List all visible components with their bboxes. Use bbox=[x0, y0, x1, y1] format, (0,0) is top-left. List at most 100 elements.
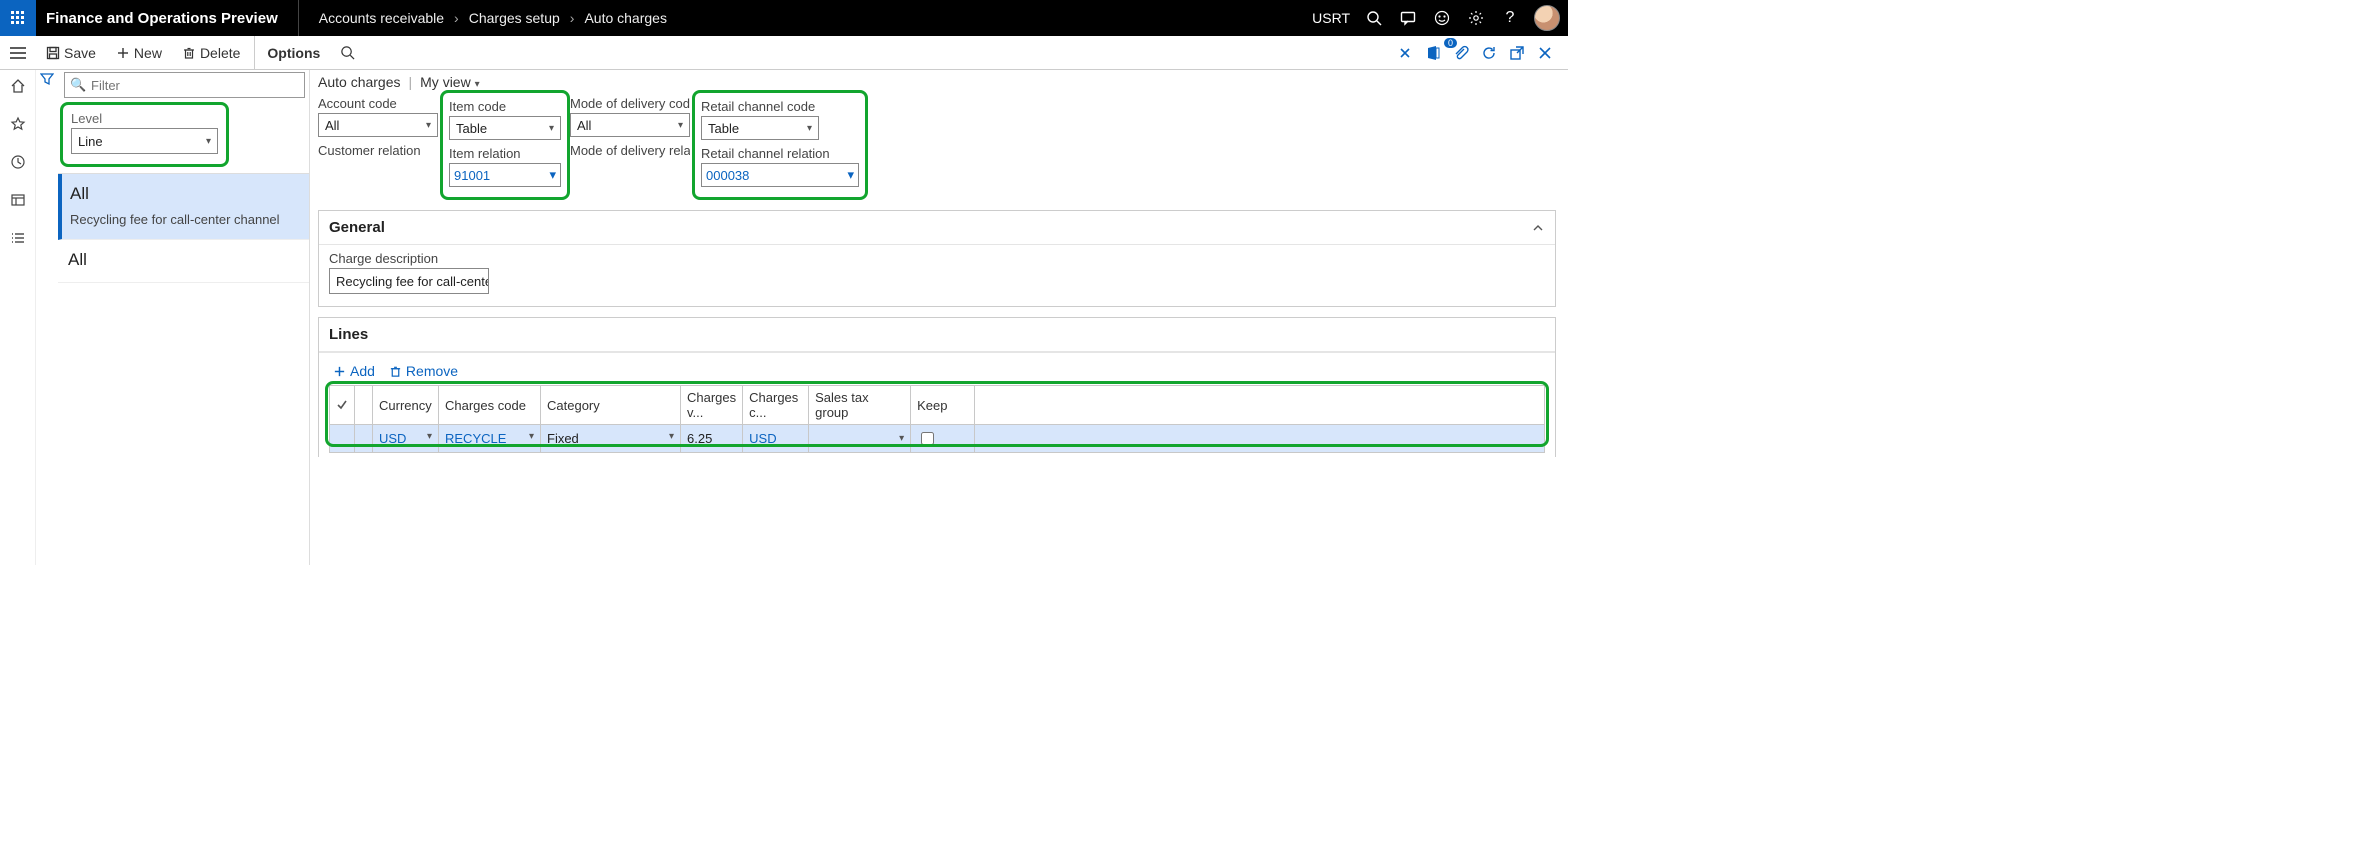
breadcrumb-item[interactable]: Charges setup bbox=[469, 10, 560, 26]
chevron-down-icon: ▾ bbox=[549, 167, 556, 183]
top-bar: Finance and Operations Preview Accounts … bbox=[0, 0, 1568, 36]
add-line-button[interactable]: Add bbox=[333, 363, 375, 379]
cell-currency[interactable]: USD bbox=[379, 431, 406, 446]
close-icon[interactable] bbox=[1536, 44, 1554, 62]
chevron-down-icon: ▾ bbox=[807, 123, 812, 134]
cell-charges-value[interactable]: 6.25 bbox=[681, 425, 743, 453]
home-icon[interactable] bbox=[8, 76, 28, 96]
smiley-icon[interactable] bbox=[1432, 8, 1452, 28]
office-icon[interactable] bbox=[1424, 44, 1442, 62]
col-sales-tax[interactable]: Sales tax group bbox=[809, 386, 911, 425]
nav-toggle-icon[interactable] bbox=[0, 46, 36, 60]
cell-charges-currency[interactable]: USD bbox=[749, 431, 776, 446]
breadcrumb: Accounts receivable › Charges setup › Au… bbox=[299, 10, 667, 26]
remove-line-button[interactable]: Remove bbox=[389, 363, 458, 379]
filter-input[interactable] bbox=[64, 72, 305, 98]
search-icon: 🔍 bbox=[70, 77, 86, 93]
delete-button[interactable]: Delete bbox=[172, 36, 250, 69]
col-charges-currency[interactable]: Charges c... bbox=[743, 386, 809, 425]
view-selector[interactable]: My view ▾ bbox=[420, 74, 479, 90]
retail-relation-input[interactable]: 000038▾ bbox=[701, 163, 859, 187]
mode-code-select[interactable]: All▾ bbox=[570, 113, 690, 137]
recent-icon[interactable] bbox=[8, 152, 28, 172]
level-highlight: Level Line ▾ bbox=[60, 102, 229, 167]
chevron-down-icon: ▾ bbox=[549, 123, 554, 134]
options-button[interactable]: Options bbox=[254, 36, 330, 69]
breadcrumb-item[interactable]: Auto charges bbox=[584, 10, 667, 26]
left-rail bbox=[0, 70, 36, 565]
cell-keep-checkbox[interactable] bbox=[921, 432, 934, 445]
table-row[interactable]: USD ▾ RECYCLE ▾ Fixed ▾ 6.25 USD ▾ bbox=[330, 425, 1545, 453]
chat-icon[interactable] bbox=[1398, 8, 1418, 28]
col-keep[interactable]: Keep bbox=[911, 386, 975, 425]
account-code-label: Account code bbox=[318, 96, 438, 111]
new-button[interactable]: New bbox=[106, 36, 172, 69]
row-menu-header bbox=[355, 386, 373, 425]
link-icon[interactable] bbox=[1396, 44, 1414, 62]
workspace-icon[interactable] bbox=[8, 190, 28, 210]
check-icon[interactable] bbox=[336, 399, 348, 411]
chevron-down-icon: ▾ bbox=[669, 431, 674, 442]
lines-section: Lines Add Remove Currency bbox=[318, 317, 1556, 457]
star-icon[interactable] bbox=[8, 114, 28, 134]
new-label: New bbox=[134, 45, 162, 61]
search-icon[interactable] bbox=[1364, 8, 1384, 28]
app-title: Finance and Operations Preview bbox=[36, 0, 299, 36]
list-item[interactable]: All Recycling fee for call-center channe… bbox=[58, 174, 309, 240]
refresh-icon[interactable] bbox=[1480, 44, 1498, 62]
main-area: Auto charges | My view ▾ Account code Al… bbox=[310, 70, 1562, 565]
attach-badge: 0 bbox=[1444, 38, 1457, 48]
avatar[interactable] bbox=[1534, 5, 1560, 31]
retail-highlight: Retail channel code Table▾ Retail channe… bbox=[692, 90, 868, 200]
retail-relation-label: Retail channel relation bbox=[701, 146, 859, 161]
level-select[interactable]: Line ▾ bbox=[71, 128, 218, 154]
col-category[interactable]: Category bbox=[541, 386, 681, 425]
chevron-down-icon: ▾ bbox=[529, 431, 534, 442]
col-extra bbox=[975, 386, 1545, 425]
col-charges-code[interactable]: Charges code bbox=[439, 386, 541, 425]
customer-relation-label: Customer relation bbox=[318, 143, 438, 158]
action-bar: Save New Delete Options 0 bbox=[0, 36, 1568, 70]
cell-category[interactable]: Fixed bbox=[547, 431, 579, 446]
col-charges-value[interactable]: Charges v... bbox=[681, 386, 743, 425]
popout-icon[interactable] bbox=[1508, 44, 1526, 62]
attach-icon[interactable]: 0 bbox=[1452, 44, 1470, 62]
charge-desc-input[interactable]: Recycling fee for call-center c... bbox=[329, 268, 489, 294]
filter-pane-icon[interactable] bbox=[36, 70, 58, 98]
list-item-subtitle: Recycling fee for call-center channel bbox=[70, 212, 299, 227]
company-code[interactable]: USRT bbox=[1312, 10, 1350, 26]
chevron-down-icon: ▾ bbox=[426, 120, 431, 131]
chevron-down-icon: ▾ bbox=[899, 433, 904, 444]
save-label: Save bbox=[64, 45, 96, 61]
item-relation-input[interactable]: 91001▾ bbox=[449, 163, 561, 187]
save-button[interactable]: Save bbox=[36, 36, 106, 69]
item-relation-label: Item relation bbox=[449, 146, 561, 161]
app-launcher-icon[interactable] bbox=[0, 0, 36, 36]
chevron-down-icon: ▾ bbox=[847, 167, 854, 183]
retail-code-select[interactable]: Table▾ bbox=[701, 116, 819, 140]
page-search-icon[interactable] bbox=[330, 36, 365, 69]
chevron-right-icon: › bbox=[454, 10, 459, 26]
mode-relation-input[interactable] bbox=[570, 160, 690, 184]
chevron-down-icon: ▾ bbox=[206, 136, 211, 147]
topbar-right: USRT ? bbox=[1312, 5, 1568, 31]
list-item[interactable]: All bbox=[58, 240, 309, 283]
item-code-select[interactable]: Table▾ bbox=[449, 116, 561, 140]
breadcrumb-item[interactable]: Accounts receivable bbox=[319, 10, 444, 26]
col-currency[interactable]: Currency bbox=[373, 386, 439, 425]
retail-code-label: Retail channel code bbox=[701, 99, 859, 114]
customer-relation-input[interactable] bbox=[318, 160, 438, 184]
gear-icon[interactable] bbox=[1466, 8, 1486, 28]
cell-charges-code[interactable]: RECYCLE bbox=[445, 431, 506, 446]
level-label: Level bbox=[71, 111, 218, 126]
help-icon[interactable]: ? bbox=[1500, 8, 1520, 28]
mode-code-label: Mode of delivery code bbox=[570, 96, 690, 111]
account-code-select[interactable]: All▾ bbox=[318, 113, 438, 137]
collapse-icon[interactable] bbox=[1531, 221, 1545, 235]
lines-grid[interactable]: Currency Charges code Category Charges v… bbox=[329, 385, 1545, 453]
modules-icon[interactable] bbox=[8, 228, 28, 248]
divider: | bbox=[409, 74, 413, 90]
item-code-label: Item code bbox=[449, 99, 561, 114]
chevron-down-icon: ▾ bbox=[427, 431, 432, 442]
item-highlight: Item code Table▾ Item relation 91001▾ bbox=[440, 90, 570, 200]
